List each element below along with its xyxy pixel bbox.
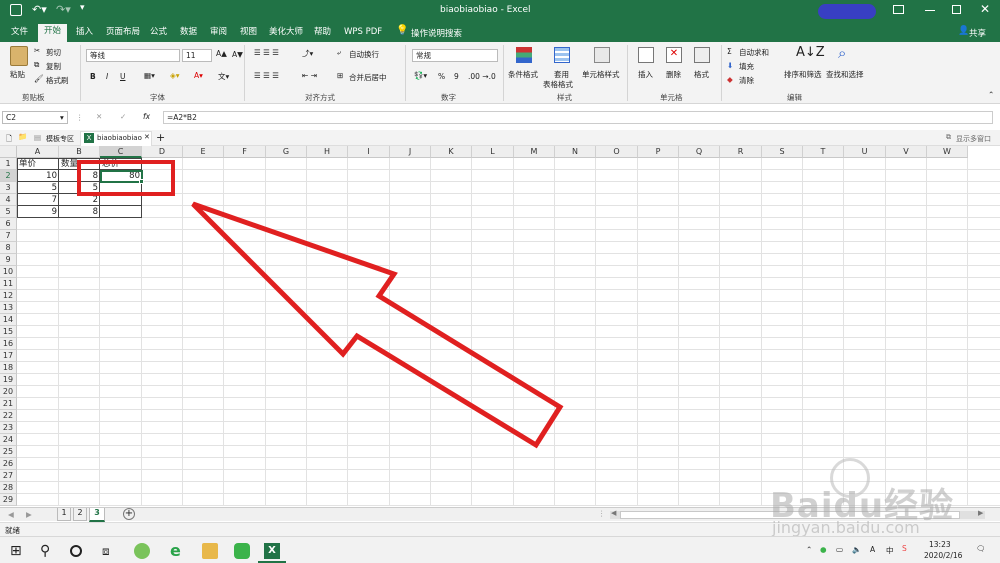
file-explorer-icon[interactable] xyxy=(202,543,218,559)
sogou-icon[interactable]: S xyxy=(902,544,907,553)
ie-browser-icon[interactable]: e xyxy=(170,543,186,559)
network-icon[interactable]: ▭ xyxy=(836,545,843,554)
tab-split-handle[interactable]: ⋮ xyxy=(598,509,606,518)
baidu-watermark: Baidu经验 jingyan.baidu.com xyxy=(770,458,980,548)
ime-indicator[interactable]: 中 xyxy=(886,545,894,556)
status-ready: 就绪 xyxy=(5,526,20,535)
start-icon[interactable]: ⊞ xyxy=(10,543,26,559)
add-sheet-icon[interactable]: + xyxy=(123,508,135,520)
sheet-tab-1[interactable]: 1 xyxy=(57,508,71,521)
sheet-next-icon[interactable]: ▶ xyxy=(26,510,32,519)
watermark-url: jingyan.baidu.com xyxy=(772,518,920,537)
tray-app-icon[interactable]: ● xyxy=(820,545,827,554)
cortana-icon[interactable] xyxy=(70,545,82,557)
taskbar: ⊞ ⚲ ⧈ e X ⌃ ● ▭ 🔈 A 中 S 13:23 2020/2/16 … xyxy=(0,536,1000,563)
clock-date[interactable]: 2020/2/16 xyxy=(924,551,962,560)
wechat-icon[interactable] xyxy=(234,543,250,559)
app-icon-green-flower[interactable] xyxy=(134,543,150,559)
sheet-tab-3[interactable]: 3 xyxy=(89,508,105,522)
tray-up-icon[interactable]: ⌃ xyxy=(806,545,812,554)
excel-taskbar-icon[interactable]: X xyxy=(264,543,280,559)
pointer-arrow xyxy=(191,201,564,449)
highlight-box xyxy=(77,160,175,196)
volume-icon[interactable]: 🔈 xyxy=(852,545,861,554)
task-view-icon[interactable]: ⧈ xyxy=(102,543,118,559)
sheet-tab-2[interactable]: 2 xyxy=(73,508,87,521)
notification-icon[interactable]: 🗨 xyxy=(976,544,986,553)
sheet-prev-icon[interactable]: ◀ xyxy=(8,510,14,519)
search-icon[interactable]: ⚲ xyxy=(40,543,56,559)
scroll-left-icon[interactable]: ◀ xyxy=(611,509,616,517)
tray-font-icon[interactable]: A xyxy=(870,545,875,554)
clock-time[interactable]: 13:23 xyxy=(929,540,951,549)
